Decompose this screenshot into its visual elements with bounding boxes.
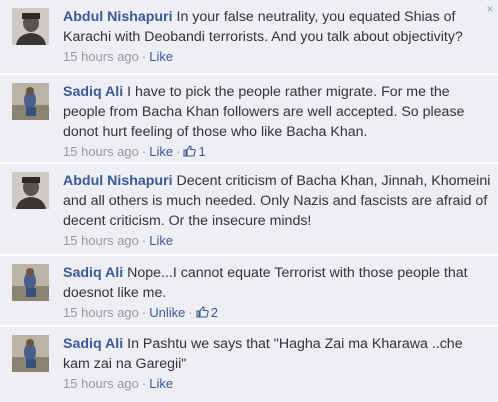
comment-meta: 15 hours ago · Like xyxy=(63,375,493,393)
comment-timestamp[interactable]: 15 hours ago xyxy=(63,233,139,248)
comment-author[interactable]: Sadiq Ali xyxy=(63,336,123,352)
separator: · xyxy=(141,49,147,64)
comment-author[interactable]: Abdul Nishapuri xyxy=(63,173,173,189)
like-count-value: 2 xyxy=(210,305,218,320)
sadiq-avatar[interactable] xyxy=(12,335,49,372)
comment-timestamp[interactable]: 15 hours ago xyxy=(63,144,139,159)
like-count-value: 1 xyxy=(198,144,206,159)
thumbs-up-icon xyxy=(196,306,209,318)
like-count[interactable]: 1 xyxy=(183,144,206,159)
comment-timestamp[interactable]: 15 hours ago xyxy=(63,305,139,320)
unlike-button[interactable]: Unlike xyxy=(149,305,185,320)
comment-item: × Abdul Nishapuri In your false neutrali… xyxy=(0,0,498,73)
sadiq-avatar[interactable] xyxy=(12,83,49,120)
comment-item: Sadiq Ali In Pashtu we says that "Hagha … xyxy=(0,327,498,402)
comment-text: Nope...I cannot equate Terrorist with th… xyxy=(63,265,468,301)
like-button[interactable]: Like xyxy=(149,144,173,159)
sadiq-avatar[interactable] xyxy=(12,264,49,301)
comment-meta: 15 hours ago · Like · 1 xyxy=(63,143,493,161)
comment-item: Sadiq Ali Nope...I cannot equate Terrori… xyxy=(0,256,498,325)
like-button[interactable]: Like xyxy=(149,376,173,391)
like-button[interactable]: Like xyxy=(149,49,173,64)
comment-author[interactable]: Sadiq Ali xyxy=(63,84,123,100)
abdul-avatar[interactable] xyxy=(12,8,49,45)
comment-feed: × Abdul Nishapuri In your false neutrali… xyxy=(0,0,498,402)
separator: · xyxy=(188,305,193,320)
comment-item: Sadiq Ali I have to pick the people rath… xyxy=(0,75,498,162)
comment-author[interactable]: Sadiq Ali xyxy=(63,265,123,281)
thumbs-up-icon xyxy=(183,145,197,157)
comment-timestamp[interactable]: 15 hours ago xyxy=(63,49,139,64)
comment-text: In Pashtu we says that "Hagha Zai ma Kha… xyxy=(63,336,463,372)
like-count[interactable]: 2 xyxy=(196,305,218,320)
comment-text: I have to pick the people rather migrate… xyxy=(63,84,465,140)
comment-timestamp[interactable]: 15 hours ago xyxy=(63,376,139,391)
like-button[interactable]: Like xyxy=(149,233,173,248)
separator: · xyxy=(141,144,147,159)
separator: · xyxy=(176,144,181,159)
comment-meta: 15 hours ago · Like xyxy=(63,232,493,250)
separator: · xyxy=(141,233,147,248)
comment-meta: 15 hours ago · Like xyxy=(63,48,493,66)
separator: · xyxy=(141,376,147,391)
comment-item: Abdul Nishapuri Decent criticism of Bach… xyxy=(0,164,498,254)
separator: · xyxy=(141,305,147,320)
abdul-avatar[interactable] xyxy=(12,172,49,209)
comment-author[interactable]: Abdul Nishapuri xyxy=(63,9,173,25)
comment-meta: 15 hours ago · Unlike · 2 xyxy=(63,304,493,322)
